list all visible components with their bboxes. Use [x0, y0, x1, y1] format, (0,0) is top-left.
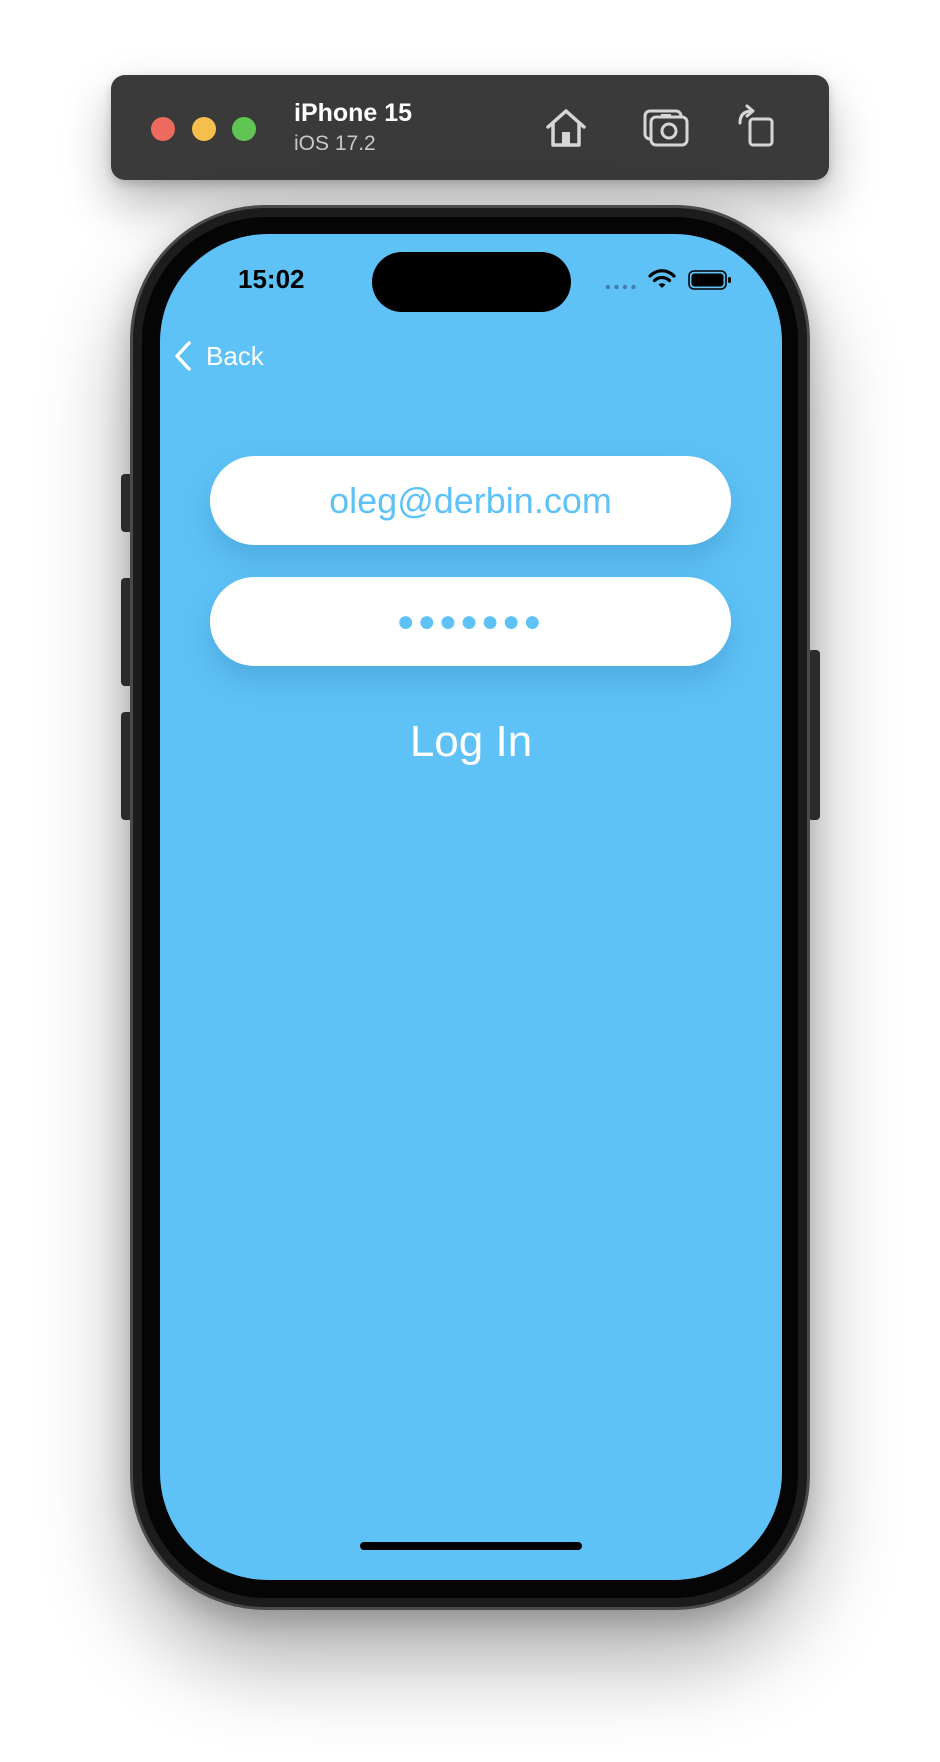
- home-icon: [546, 109, 586, 147]
- back-button[interactable]: Back: [172, 336, 264, 376]
- simulator-toolbar: iPhone 15 iOS 17.2: [111, 75, 829, 180]
- status-time: 15:02: [238, 264, 305, 294]
- cellular-signal-icon: [605, 284, 636, 290]
- simulator-window: iPhone 15 iOS 17.2 15:02 Back oleg@derbi…: [0, 0, 940, 1762]
- zoom-window-button[interactable]: [232, 117, 256, 141]
- minimize-window-button[interactable]: [192, 117, 216, 141]
- os-version: iOS 17.2: [294, 132, 376, 155]
- password-field[interactable]: ●●●●●●●: [210, 577, 731, 666]
- password-mask: ●●●●●●●: [396, 604, 545, 638]
- dynamic-island: [372, 252, 571, 312]
- rotate-icon: [738, 104, 774, 147]
- wifi-icon: [648, 269, 676, 288]
- email-field[interactable]: [210, 456, 731, 545]
- screenshot-button[interactable]: [642, 103, 690, 151]
- home-indicator[interactable]: [360, 1542, 582, 1550]
- screenshot-icon: [643, 109, 689, 147]
- chevron-left-icon: [175, 341, 191, 371]
- phone-screen: 15:02 Back ●●●●●●● Log In: [160, 234, 782, 1580]
- home-button[interactable]: [542, 103, 590, 151]
- rotate-button[interactable]: [732, 103, 780, 151]
- close-window-button[interactable]: [151, 117, 175, 141]
- login-button[interactable]: Log In: [320, 712, 622, 772]
- battery-icon: [688, 270, 731, 290]
- back-label: Back: [206, 340, 264, 371]
- device-name: iPhone 15: [294, 99, 413, 127]
